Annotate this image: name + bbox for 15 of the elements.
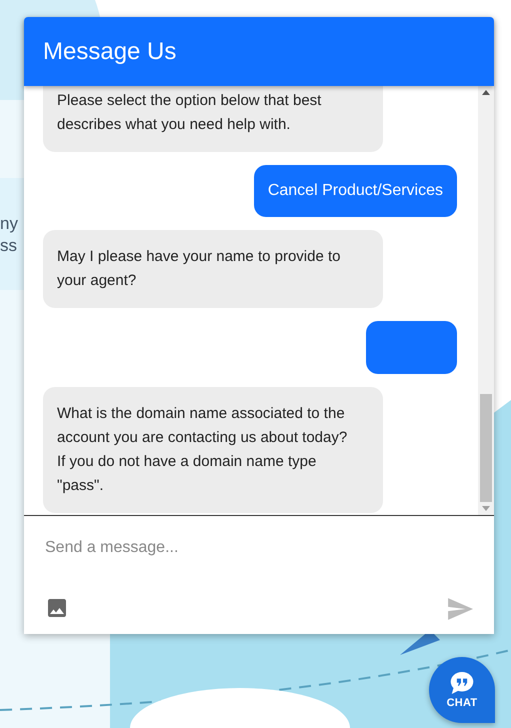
scroll-down-icon[interactable] xyxy=(482,506,490,511)
bot-message: May I please have your name to provide to your agent? xyxy=(43,230,383,308)
message-input[interactable]: Send a message... xyxy=(45,536,473,560)
bot-message: What is the domain name associated to the account you are contacting us about today? If you do not have a domain name type "pass". xyxy=(43,387,383,513)
background-text: ss xyxy=(0,235,18,257)
scrollbar[interactable] xyxy=(478,86,494,515)
background-text: ny xyxy=(0,213,19,235)
window-title: Message Us xyxy=(43,36,176,66)
scroll-up-icon[interactable] xyxy=(482,90,490,95)
bot-message: Please select the option below that best describes what you need help with. xyxy=(43,86,383,152)
image-icon[interactable] xyxy=(45,596,69,620)
scrollbar-thumb[interactable] xyxy=(480,394,492,502)
speech-bubble-icon xyxy=(450,672,474,694)
user-message: Cancel Product/Services xyxy=(254,165,457,217)
send-icon[interactable] xyxy=(447,598,473,620)
